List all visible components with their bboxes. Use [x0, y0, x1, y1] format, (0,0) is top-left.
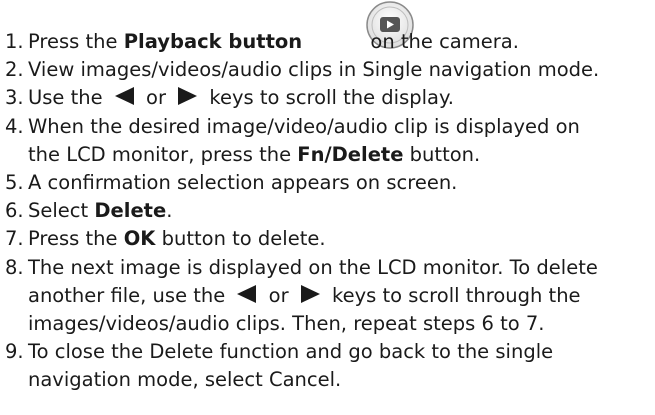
- step-9: 9. To close the Delete function and go ba…: [0, 338, 655, 394]
- delete-steps-list: 1. Press the Playback button on the camer…: [0, 28, 655, 395]
- step-text: or: [139, 86, 173, 110]
- step-text: the LCD monitor, press the: [28, 142, 298, 166]
- step-1: 1. Press the Playback button on the camer…: [0, 28, 655, 56]
- step-text: or: [262, 283, 295, 307]
- step-3: 3. Use the or keys to scroll the display.: [0, 84, 655, 112]
- fn-delete-label: Fn/Delete: [297, 142, 404, 166]
- step-text: The next image is displayed on the LCD m…: [28, 255, 598, 279]
- step-7: 7. Press the OK button to delete.: [0, 225, 655, 253]
- left-arrow-icon: [237, 284, 257, 303]
- right-arrow-icon: [178, 87, 198, 106]
- step-5: 5. A confirmation selection appears on sc…: [0, 169, 655, 197]
- step-text: .: [166, 199, 173, 223]
- step-text: button.: [403, 142, 481, 166]
- left-arrow-icon: [114, 87, 134, 106]
- step-text: on the camera.: [364, 30, 519, 53]
- step-number: 3.: [5, 86, 24, 110]
- step-6: 6. Select Delete.: [0, 197, 655, 225]
- step-number: 1.: [5, 30, 24, 53]
- step-number: 6.: [5, 199, 24, 223]
- step-text: A confirmation selection appears on scre…: [28, 171, 458, 195]
- step-number: 9.: [5, 340, 24, 364]
- step-text: another file, use the: [28, 283, 232, 307]
- step-text: keys to scroll the display.: [203, 86, 454, 110]
- step-text: Press the: [28, 227, 124, 251]
- step-2: 2. View images/videos/audio clips in Sing…: [0, 56, 655, 84]
- step-text: Select: [28, 199, 95, 223]
- right-arrow-icon: [300, 284, 320, 303]
- step-text: images/videos/audio clips. Then, repeat …: [28, 312, 545, 336]
- step-8: 8. The next image is displayed on the LCD…: [0, 254, 655, 339]
- step-number: 2.: [5, 58, 24, 82]
- step-text: To close the Delete function and go back…: [28, 340, 554, 364]
- step-number: 5.: [5, 171, 24, 195]
- step-text: navigation mode, select Cancel.: [28, 368, 342, 392]
- step-4: 4. When the desired image/video/audio cli…: [0, 113, 655, 169]
- playback-button-label: Playback button: [123, 30, 303, 53]
- step-text: Use the: [28, 86, 109, 110]
- step-number: 7.: [5, 227, 24, 251]
- step-number: 8.: [5, 255, 24, 279]
- step-text: View images/videos/audio clips in Single…: [28, 58, 600, 82]
- step-text: button to delete.: [155, 227, 326, 251]
- step-text: When the desired image/video/audio clip …: [28, 114, 580, 138]
- delete-label: Delete: [94, 199, 167, 223]
- ok-label: OK: [123, 227, 156, 251]
- step-text: keys to scroll through the: [325, 283, 581, 307]
- step-number: 4.: [5, 114, 24, 138]
- step-text: Press the: [28, 30, 124, 53]
